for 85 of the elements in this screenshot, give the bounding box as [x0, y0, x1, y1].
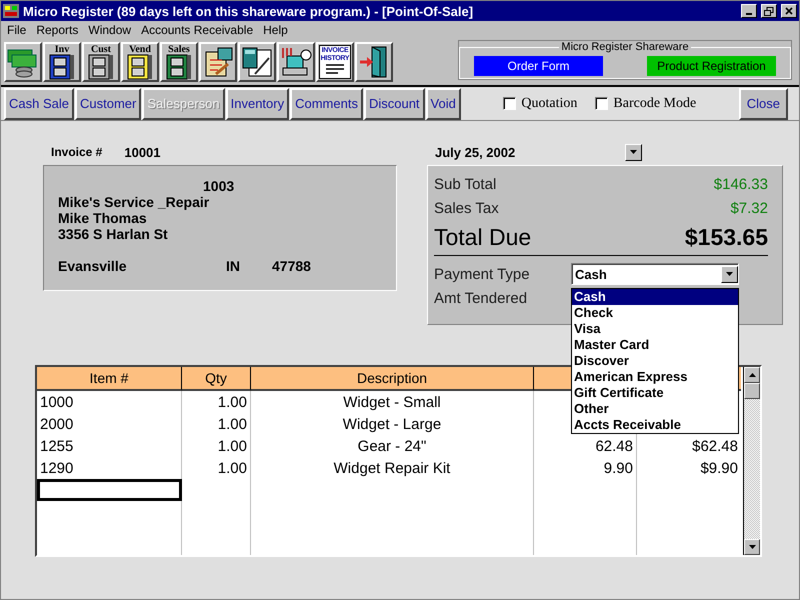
close-button[interactable]	[781, 4, 797, 18]
item-entry-cell[interactable]	[37, 479, 182, 501]
toolbar-button[interactable]	[238, 42, 276, 82]
table-cell: 1.00	[182, 413, 251, 435]
customer-zip: 47788	[272, 258, 311, 274]
checkbox[interactable]	[595, 97, 608, 110]
total-due-label: Total Due	[434, 224, 532, 251]
invoice-date: July 25, 2002	[435, 144, 516, 160]
sub-total-value: $146.33	[714, 176, 768, 192]
calculator-icon	[241, 46, 273, 78]
vertical-scrollbar[interactable]	[743, 367, 760, 555]
action-button[interactable]: Cash Sale	[4, 88, 74, 120]
sales-tax-value: $7.32	[730, 200, 768, 216]
sales-tax-label: Sales Tax	[434, 200, 499, 216]
menu-item[interactable]: File	[3, 23, 32, 37]
action-button[interactable]: Discount	[364, 88, 425, 120]
table-cell: 9.90	[534, 457, 637, 479]
order-form-button[interactable]: Order Form	[474, 56, 603, 76]
table-cell: 1.00	[182, 457, 251, 479]
minimize-button[interactable]	[741, 4, 757, 18]
checkbox-label: Barcode Mode	[613, 96, 696, 112]
sub-total-label: Sub Total	[434, 176, 496, 192]
toolbar-button[interactable]: Vend	[121, 42, 159, 82]
dropdown-option[interactable]: Cash	[572, 289, 738, 305]
menu-item[interactable]: Accounts Receivable	[137, 23, 260, 37]
table-cell: 1000	[37, 391, 182, 413]
action-button[interactable]: Comments	[290, 88, 363, 120]
menu-item[interactable]: Window	[84, 23, 138, 37]
toolbar-button[interactable]: Cust	[82, 42, 120, 82]
text-lines-icon	[324, 63, 346, 75]
caret-icon	[630, 150, 637, 154]
toolbar-button[interactable]: Sales	[160, 42, 198, 82]
group-title: Micro Register Shareware	[560, 41, 690, 53]
column-header: Qty	[182, 367, 251, 391]
action-button[interactable]: Void	[426, 88, 461, 120]
scroll-down-icon[interactable]	[748, 545, 756, 549]
restore-icon	[764, 6, 774, 16]
table-cell: 1290	[37, 457, 182, 479]
toolbar-button[interactable]	[355, 42, 393, 82]
toolbar-button[interactable]	[199, 42, 237, 82]
customer-state: IN	[226, 258, 241, 274]
close-icon	[785, 7, 793, 15]
app-icon	[3, 4, 19, 18]
table-cell: 1.00	[182, 391, 251, 413]
table-cell: 62.48	[534, 435, 637, 457]
action-button[interactable]: Customer	[74, 88, 142, 120]
checkbox-label: Quotation	[521, 96, 578, 112]
toolbar-button[interactable]	[277, 42, 315, 82]
column-header: Item #	[37, 367, 182, 391]
table-cell: 1.00	[182, 435, 251, 457]
toolbar-button[interactable]	[4, 42, 42, 82]
table-cell: 1255	[37, 435, 182, 457]
scroll-up-icon[interactable]	[748, 373, 756, 377]
window-title: Micro Register (89 days left on this shareware program.) - [Point-Of-Sale]	[23, 4, 474, 18]
menu-item[interactable]: Reports	[32, 23, 84, 37]
payment-type-label: Payment Type	[434, 266, 531, 282]
customer-city: Evansville	[58, 258, 128, 274]
customer-street: 3356 S Harlan St	[58, 226, 169, 242]
close-form-button[interactable]: Close	[738, 88, 788, 120]
table-cell: 2000	[37, 413, 182, 435]
scroll-thumb[interactable]	[744, 383, 760, 399]
table-cell-text: $62.48	[691, 436, 739, 456]
toolbar-button[interactable]: Inv	[43, 42, 81, 82]
date-dropdown-button[interactable]	[625, 144, 642, 160]
total-due-value: $153.65	[684, 224, 768, 251]
customer-id: 1003	[202, 178, 236, 194]
menu-item[interactable]: Help	[259, 23, 294, 37]
amount-tendered-label: Amt Tendered	[434, 290, 528, 306]
computer-icon	[279, 46, 313, 78]
action-button[interactable]: Inventory	[226, 88, 290, 120]
table-cell: Widget - Small	[251, 391, 534, 413]
checkbox[interactable]	[503, 97, 516, 110]
table-cell: Widget Repair Kit	[251, 457, 534, 479]
table-cell: Widget - Large	[251, 413, 534, 435]
dropdown-option[interactable]: American Express	[572, 369, 688, 385]
table-cell: Gear - 24"	[251, 435, 534, 457]
invoice-number: 10001	[124, 144, 161, 160]
invoice-label: Invoice #	[51, 145, 102, 159]
restore-button[interactable]	[761, 4, 777, 18]
payment-type-dropdown[interactable]: Cash	[571, 263, 739, 285]
column-header: Description	[251, 367, 534, 391]
product-registration-button[interactable]: Product Registration	[647, 56, 776, 76]
customer-name: Mike's Service _Repair	[58, 194, 210, 210]
customer-contact: Mike Thomas	[58, 210, 148, 226]
table-cell-text: $9.90	[699, 458, 739, 478]
